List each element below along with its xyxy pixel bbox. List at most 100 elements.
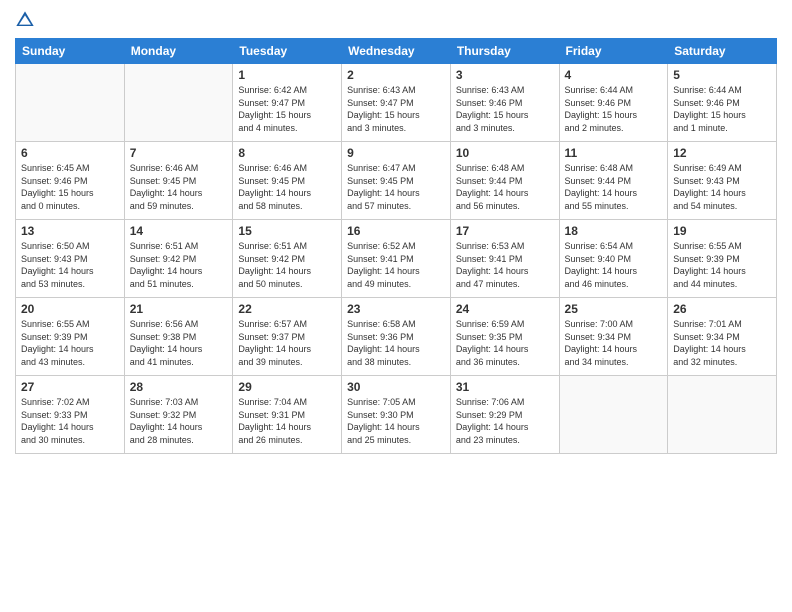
- calendar-day-cell: [559, 376, 668, 454]
- day-number: 23: [347, 302, 445, 316]
- day-number: 24: [456, 302, 554, 316]
- day-info: Sunrise: 6:42 AM Sunset: 9:47 PM Dayligh…: [238, 84, 336, 134]
- day-info: Sunrise: 6:46 AM Sunset: 9:45 PM Dayligh…: [238, 162, 336, 212]
- calendar-week-row: 20 Sunrise: 6:55 AM Sunset: 9:39 PM Dayli…: [16, 298, 777, 376]
- weekday-header: Monday: [124, 39, 233, 64]
- day-number: 14: [130, 224, 228, 238]
- page: SundayMondayTuesdayWednesdayThursdayFrid…: [0, 0, 792, 612]
- day-number: 21: [130, 302, 228, 316]
- calendar-day-cell: [668, 376, 777, 454]
- calendar-day-cell: 3Sunrise: 6:43 AM Sunset: 9:46 PM Daylig…: [450, 64, 559, 142]
- day-info: Sunrise: 6:57 AM Sunset: 9:37 PM Dayligh…: [238, 318, 336, 368]
- calendar-day-cell: 5Sunrise: 6:44 AM Sunset: 9:46 PM Daylig…: [668, 64, 777, 142]
- header: [15, 10, 777, 30]
- calendar-day-cell: 23 Sunrise: 6:58 AM Sunset: 9:36 PM Dayli…: [342, 298, 451, 376]
- day-number: 11: [565, 146, 663, 160]
- day-number: 12: [673, 146, 771, 160]
- day-number: 30: [347, 380, 445, 394]
- calendar-day-cell: 17 Sunrise: 6:53 AM Sunset: 9:41 PM Dayli…: [450, 220, 559, 298]
- day-number: 25: [565, 302, 663, 316]
- day-info: Sunrise: 6:56 AM Sunset: 9:38 PM Dayligh…: [130, 318, 228, 368]
- day-number: 8: [238, 146, 336, 160]
- day-info: Sunrise: 6:52 AM Sunset: 9:41 PM Dayligh…: [347, 240, 445, 290]
- day-info: Sunrise: 6:58 AM Sunset: 9:36 PM Dayligh…: [347, 318, 445, 368]
- calendar-day-cell: 12 Sunrise: 6:49 AM Sunset: 9:43 PM Dayli…: [668, 142, 777, 220]
- calendar-week-row: 27 Sunrise: 7:02 AM Sunset: 9:33 PM Dayli…: [16, 376, 777, 454]
- day-number: 3: [456, 68, 554, 82]
- day-number: 19: [673, 224, 771, 238]
- day-info: Sunrise: 7:05 AM Sunset: 9:30 PM Dayligh…: [347, 396, 445, 446]
- day-info: Sunrise: 6:43 AM Sunset: 9:47 PM Dayligh…: [347, 84, 445, 134]
- day-info: Sunrise: 6:59 AM Sunset: 9:35 PM Dayligh…: [456, 318, 554, 368]
- day-number: 13: [21, 224, 119, 238]
- day-number: 6: [21, 146, 119, 160]
- calendar-day-cell: 2 Sunrise: 6:43 AM Sunset: 9:47 PM Daylig…: [342, 64, 451, 142]
- calendar-day-cell: 21 Sunrise: 6:56 AM Sunset: 9:38 PM Dayli…: [124, 298, 233, 376]
- calendar-day-cell: 30 Sunrise: 7:05 AM Sunset: 9:30 PM Dayli…: [342, 376, 451, 454]
- day-info: Sunrise: 6:48 AM Sunset: 9:44 PM Dayligh…: [456, 162, 554, 212]
- calendar-day-cell: 28Sunrise: 7:03 AM Sunset: 9:32 PM Dayli…: [124, 376, 233, 454]
- logo: [15, 10, 39, 30]
- calendar-day-cell: 18 Sunrise: 6:54 AM Sunset: 9:40 PM Dayli…: [559, 220, 668, 298]
- calendar-week-row: 13 Sunrise: 6:50 AM Sunset: 9:43 PM Dayli…: [16, 220, 777, 298]
- calendar-day-cell: 8 Sunrise: 6:46 AM Sunset: 9:45 PM Daylig…: [233, 142, 342, 220]
- day-info: Sunrise: 6:48 AM Sunset: 9:44 PM Dayligh…: [565, 162, 663, 212]
- calendar-day-cell: 15 Sunrise: 6:51 AM Sunset: 9:42 PM Dayli…: [233, 220, 342, 298]
- calendar-day-cell: 27 Sunrise: 7:02 AM Sunset: 9:33 PM Dayli…: [16, 376, 125, 454]
- calendar-day-cell: 26Sunrise: 7:01 AM Sunset: 9:34 PM Dayli…: [668, 298, 777, 376]
- day-number: 17: [456, 224, 554, 238]
- calendar-day-cell: 14Sunrise: 6:51 AM Sunset: 9:42 PM Dayli…: [124, 220, 233, 298]
- day-info: Sunrise: 7:00 AM Sunset: 9:34 PM Dayligh…: [565, 318, 663, 368]
- calendar-day-cell: 7Sunrise: 6:46 AM Sunset: 9:45 PM Daylig…: [124, 142, 233, 220]
- weekday-header: Thursday: [450, 39, 559, 64]
- day-number: 7: [130, 146, 228, 160]
- day-info: Sunrise: 7:02 AM Sunset: 9:33 PM Dayligh…: [21, 396, 119, 446]
- day-number: 18: [565, 224, 663, 238]
- day-number: 2: [347, 68, 445, 82]
- day-number: 29: [238, 380, 336, 394]
- calendar-day-cell: 20 Sunrise: 6:55 AM Sunset: 9:39 PM Dayli…: [16, 298, 125, 376]
- calendar-day-cell: [16, 64, 125, 142]
- day-number: 15: [238, 224, 336, 238]
- weekday-header: Friday: [559, 39, 668, 64]
- weekday-header: Tuesday: [233, 39, 342, 64]
- day-info: Sunrise: 6:45 AM Sunset: 9:46 PM Dayligh…: [21, 162, 119, 212]
- day-number: 27: [21, 380, 119, 394]
- day-number: 9: [347, 146, 445, 160]
- weekday-header: Wednesday: [342, 39, 451, 64]
- day-info: Sunrise: 6:49 AM Sunset: 9:43 PM Dayligh…: [673, 162, 771, 212]
- calendar-day-cell: 6 Sunrise: 6:45 AM Sunset: 9:46 PM Daylig…: [16, 142, 125, 220]
- day-info: Sunrise: 6:55 AM Sunset: 9:39 PM Dayligh…: [21, 318, 119, 368]
- day-info: Sunrise: 6:54 AM Sunset: 9:40 PM Dayligh…: [565, 240, 663, 290]
- calendar-day-cell: 4Sunrise: 6:44 AM Sunset: 9:46 PM Daylig…: [559, 64, 668, 142]
- calendar-header-row: SundayMondayTuesdayWednesdayThursdayFrid…: [16, 39, 777, 64]
- day-info: Sunrise: 6:51 AM Sunset: 9:42 PM Dayligh…: [238, 240, 336, 290]
- day-info: Sunrise: 6:44 AM Sunset: 9:46 PM Dayligh…: [565, 84, 663, 134]
- calendar-day-cell: 31 Sunrise: 7:06 AM Sunset: 9:29 PM Dayli…: [450, 376, 559, 454]
- calendar-day-cell: 24 Sunrise: 6:59 AM Sunset: 9:35 PM Dayli…: [450, 298, 559, 376]
- calendar-day-cell: 13 Sunrise: 6:50 AM Sunset: 9:43 PM Dayli…: [16, 220, 125, 298]
- day-info: Sunrise: 6:50 AM Sunset: 9:43 PM Dayligh…: [21, 240, 119, 290]
- day-number: 5: [673, 68, 771, 82]
- day-info: Sunrise: 7:06 AM Sunset: 9:29 PM Dayligh…: [456, 396, 554, 446]
- logo-icon: [15, 10, 35, 30]
- day-info: Sunrise: 6:53 AM Sunset: 9:41 PM Dayligh…: [456, 240, 554, 290]
- calendar-day-cell: 22Sunrise: 6:57 AM Sunset: 9:37 PM Dayli…: [233, 298, 342, 376]
- calendar-day-cell: 9Sunrise: 6:47 AM Sunset: 9:45 PM Daylig…: [342, 142, 451, 220]
- day-number: 1: [238, 68, 336, 82]
- day-number: 16: [347, 224, 445, 238]
- day-number: 28: [130, 380, 228, 394]
- day-number: 31: [456, 380, 554, 394]
- calendar-week-row: 1 Sunrise: 6:42 AM Sunset: 9:47 PM Daylig…: [16, 64, 777, 142]
- day-number: 26: [673, 302, 771, 316]
- calendar-day-cell: 1 Sunrise: 6:42 AM Sunset: 9:47 PM Daylig…: [233, 64, 342, 142]
- weekday-header: Sunday: [16, 39, 125, 64]
- weekday-header: Saturday: [668, 39, 777, 64]
- day-number: 20: [21, 302, 119, 316]
- day-info: Sunrise: 6:55 AM Sunset: 9:39 PM Dayligh…: [673, 240, 771, 290]
- calendar-table: SundayMondayTuesdayWednesdayThursdayFrid…: [15, 38, 777, 454]
- calendar-day-cell: 16 Sunrise: 6:52 AM Sunset: 9:41 PM Dayli…: [342, 220, 451, 298]
- calendar-day-cell: 10Sunrise: 6:48 AM Sunset: 9:44 PM Dayli…: [450, 142, 559, 220]
- calendar-day-cell: 19 Sunrise: 6:55 AM Sunset: 9:39 PM Dayli…: [668, 220, 777, 298]
- calendar-day-cell: 11 Sunrise: 6:48 AM Sunset: 9:44 PM Dayli…: [559, 142, 668, 220]
